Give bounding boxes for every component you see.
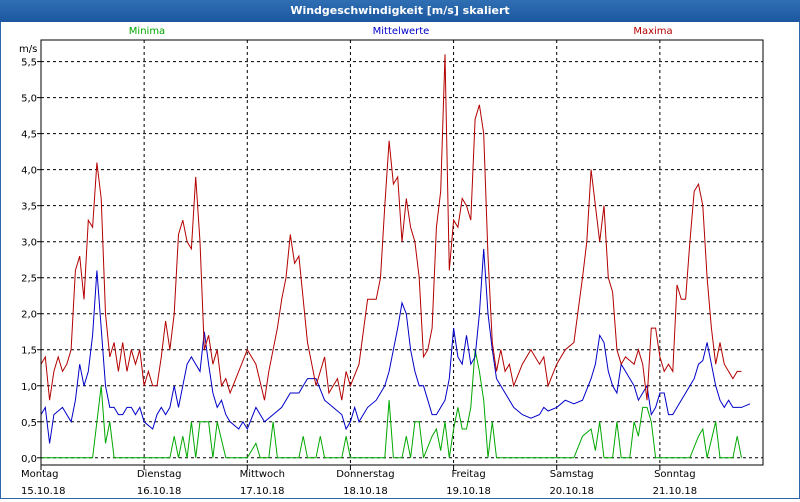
x-tick-date: 21.10.18 (653, 486, 698, 497)
legend: Minima Mittelwerte Maxima (129, 26, 673, 37)
y-tick-label: 3,5 (21, 202, 37, 213)
x-tick-date: 18.10.18 (343, 486, 388, 497)
legend-entry-mittelwerte: Mittelwerte (373, 26, 430, 37)
y-tick-label: 4,0 (21, 166, 37, 177)
x-tick-date: 19.10.18 (446, 486, 491, 497)
x-tick-weekday: Freitag (451, 469, 485, 480)
y-tick-label: 5,5 (21, 58, 37, 69)
x-tick-weekday: Montag (21, 469, 58, 480)
axis-labels: 0,0 0,5 1,0 1,5 2,0 2,5 3,0 3,5 4,0 4,5 5,0 5,5 m/s M… (19, 44, 697, 497)
y-tick-label: 2,5 (21, 274, 37, 285)
y-tick-label: 1,0 (21, 382, 37, 393)
grid (37, 40, 763, 470)
x-tick-date: 16.10.18 (137, 486, 182, 497)
legend-entry-minima: Minima (129, 26, 165, 37)
y-tick-label: 2,0 (21, 310, 37, 321)
y-tick-label: 0,5 (21, 418, 37, 429)
chart-frame: 0,0 0,5 1,0 1,5 2,0 2,5 3,0 3,5 4,0 4,5 5,0 5,5 m/s M… (0, 22, 800, 499)
y-tick-label: 0,0 (21, 454, 37, 465)
y-tick-label: 4,5 (21, 130, 37, 141)
plot-border (40, 39, 764, 466)
y-tick-label: 1,5 (21, 346, 37, 357)
series-lines (40, 54, 751, 459)
y-tick-label: 3,0 (21, 238, 37, 249)
wind-speed-chart: 0,0 0,5 1,0 1,5 2,0 2,5 3,0 3,5 4,0 4,5 5,0 5,5 m/s M… (19, 26, 764, 497)
x-tick-date: 17.10.18 (240, 486, 285, 497)
x-tick-weekday: Donnerstag (336, 469, 394, 480)
x-tick-weekday: Mittwoch (240, 469, 285, 480)
legend-entry-maxima: Maxima (633, 26, 672, 37)
y-axis-label: m/s (19, 44, 37, 55)
x-tick-date: 15.10.18 (21, 486, 66, 497)
series-line-maxima (40, 54, 742, 401)
series-line-minima (41, 349, 742, 459)
window-title: Windgeschwindigkeit [m/s] skaliert (0, 0, 800, 22)
x-tick-weekday: Dienstag (137, 469, 182, 480)
x-tick-weekday: Samstag (550, 469, 594, 480)
y-tick-label: 5,0 (21, 94, 37, 105)
x-tick-weekday: Sonntag (654, 469, 696, 480)
x-tick-date: 20.10.18 (549, 486, 594, 497)
